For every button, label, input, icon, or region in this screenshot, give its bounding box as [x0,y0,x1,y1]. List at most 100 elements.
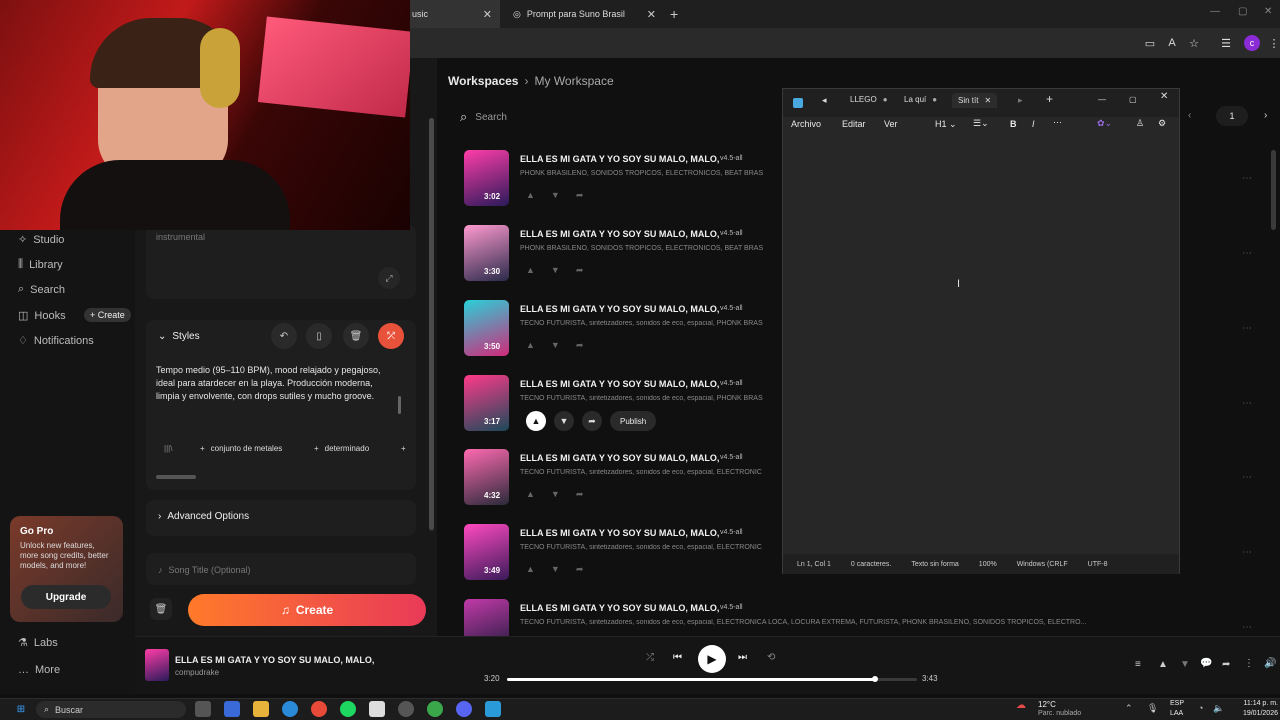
bold-icon[interactable]: B [1010,119,1017,129]
breadcrumb-current[interactable]: My Workspace [534,74,613,88]
sidebar-item-labs[interactable]: ⚗ Labs [18,636,58,650]
share-icon[interactable]: ➦ [582,411,602,431]
notepad-text-area[interactable]: I [783,138,1179,552]
close-icon[interactable]: ✕ [483,8,492,21]
thumbs-down-icon[interactable]: ▼ [551,190,560,201]
panel-scrollbar[interactable] [429,118,434,532]
microphone-icon[interactable]: 🎙 [1147,703,1158,714]
search-input[interactable]: ⌕ Search [450,104,780,130]
shuffle-icon[interactable]: ⤮ [646,652,654,663]
play-button[interactable]: ▶ [698,645,726,673]
row-more-icon[interactable]: ⋯ [1242,173,1252,184]
song-row[interactable]: 3:17 ELLA ES MI GATA Y YO SOY SU MALO, M… [464,375,794,435]
thumbs-up-icon[interactable]: ▲ [526,411,546,431]
language-region[interactable]: LAA [1170,710,1183,717]
progress-knob[interactable] [871,676,878,682]
share-icon[interactable]: ➦ [576,564,584,575]
undo-icon[interactable]: ↶ [271,323,297,349]
more-format-icon[interactable]: ⋯ [1053,117,1062,128]
advanced-options-toggle[interactable]: › Advanced Options [146,500,416,536]
style-list-icon[interactable]: |||\ [164,438,172,458]
song-row[interactable]: 3:02 ELLA ES MI GATA Y YO SOY SU MALO, M… [464,150,794,210]
sidebar-item-notifications[interactable]: ♢ Notifications [18,334,94,348]
create-button[interactable]: ♫ Create [188,594,426,626]
expand-icon[interactable]: ⤢ [378,267,400,289]
song-title[interactable]: ELLA ES MI GATA Y YO SOY SU MALO, MALO, [520,379,719,389]
repeat-icon[interactable]: ⟲ [767,652,775,663]
lyrics-card[interactable]: instrumental ⤢ [146,225,416,299]
notepad-tab[interactable]: La quí ● [904,95,937,104]
bookmark-icon[interactable]: ▯ [306,323,332,349]
sidebar-item-search[interactable]: ⌕ Search [18,283,65,296]
song-title[interactable]: ELLA ES MI GATA Y YO SOY SU MALO, MALO, [520,304,719,314]
menu-archivo[interactable]: Archivo [791,119,821,129]
page-number[interactable]: 1 [1216,106,1248,126]
weather-temp[interactable]: 12°C [1038,700,1056,709]
maximize-icon[interactable]: ▢ [1238,6,1247,17]
thumbs-up-icon[interactable]: ▲ [526,489,535,500]
thumbs-down-icon[interactable]: ▼ [551,340,560,351]
song-title[interactable]: ELLA ES MI GATA Y YO SOY SU MALO, MALO, [520,154,719,164]
discord-icon[interactable] [456,701,472,717]
thumbs-up-icon[interactable]: ▲ [526,265,535,276]
file-explorer-icon[interactable] [253,701,269,717]
create-hook-button[interactable]: + Create [84,308,131,322]
notepad-close-icon[interactable]: ✕ [1160,91,1168,102]
share-icon[interactable]: ➦ [576,340,584,351]
trash-icon[interactable]: 🗑 [343,323,369,349]
browser-tab-suno[interactable]: usic ✕ [410,0,500,28]
notepad-tab-active[interactable]: Sin tít ✕ [952,93,998,108]
shuffle-styles-icon[interactable]: ⤱ [378,323,404,349]
clear-trash-button[interactable]: 🗑 [150,598,172,620]
spotify-icon[interactable] [340,701,356,717]
minimize-icon[interactable]: — [1210,6,1220,17]
row-more-icon[interactable]: ⋯ [1242,323,1252,334]
close-icon[interactable]: ✕ [984,96,991,105]
cast-icon[interactable]: ▭ [1142,35,1158,51]
volume-icon[interactable]: 🔈 [1213,703,1224,714]
song-row[interactable]: 3:49 ELLA ES MI GATA Y YO SOY SU MALO, M… [464,524,794,584]
row-more-icon[interactable]: ⋯ [1242,248,1252,259]
notepad-new-tab-icon[interactable]: + [1046,92,1053,106]
chips-scrollbar[interactable] [150,475,414,479]
tab-scroll-right-icon[interactable]: ▸ [1018,95,1023,106]
account-icon[interactable]: ♙ [1136,118,1144,129]
settings-gear-icon[interactable]: ⚙ [1158,118,1166,129]
menu-ver[interactable]: Ver [884,119,898,129]
thumbs-down-icon[interactable]: ▼ [554,411,574,431]
row-more-icon[interactable]: ⋯ [1242,398,1252,409]
copilot-icon[interactable]: ✿⌄ [1097,118,1112,129]
row-more-icon[interactable]: ⋯ [1242,472,1252,483]
more-chips-plus-icon[interactable]: + [401,438,406,458]
sidebar-item-hooks[interactable]: ◫ Hooks [18,309,66,323]
sidebar-item-library[interactable]: ⫼ Library [18,258,63,271]
more-icon[interactable]: ⋮ [1244,658,1254,669]
edge-icon[interactable] [282,701,298,717]
now-playing-title[interactable]: ELLA ES MI GATA Y YO SOY SU MALO, MALO, [175,655,374,665]
obs-icon[interactable] [398,701,414,717]
weather-text[interactable]: Parc. nublado [1038,710,1081,717]
close-icon[interactable]: ✕ [647,8,656,21]
language-code[interactable]: ESP [1170,700,1184,707]
windows-start-icon[interactable]: ⊞ [13,701,29,717]
taskbar-search[interactable]: ⌕ Buscar [36,701,186,718]
task-view-icon[interactable] [195,701,211,717]
song-title[interactable]: ELLA ES MI GATA Y YO SOY SU MALO, MALO, [520,229,719,239]
style-chip[interactable]: + determinado [314,438,369,458]
new-tab-button[interactable]: + [670,6,678,22]
now-playing-artist[interactable]: compudrake [175,668,219,677]
styles-scrollbar[interactable] [397,364,402,424]
clock-time[interactable]: 11:14 p. m. [1228,700,1278,707]
thumbs-up-icon[interactable]: ▲ [526,564,535,575]
publish-button[interactable]: Publish [610,411,657,431]
song-row[interactable]: ELLA ES MI GATA Y YO SOY SU MALO, MALO, … [464,599,1144,636]
clock-date[interactable]: 19/01/2026 [1228,710,1278,717]
song-title[interactable]: ELLA ES MI GATA Y YO SOY SU MALO, MALO, [520,453,719,463]
sidebar-item-more[interactable]: … More [18,664,60,676]
thumbs-down-icon[interactable]: ▼ [551,265,560,276]
row-more-icon[interactable]: ⋯ [1242,622,1252,633]
sidebar-item-studio[interactable]: ✧ Studio [18,233,64,247]
thumbs-down-icon[interactable]: ▼ [551,489,560,500]
thumbs-down-icon[interactable]: ▼ [1180,659,1190,670]
upgrade-button[interactable]: Upgrade [21,585,111,609]
